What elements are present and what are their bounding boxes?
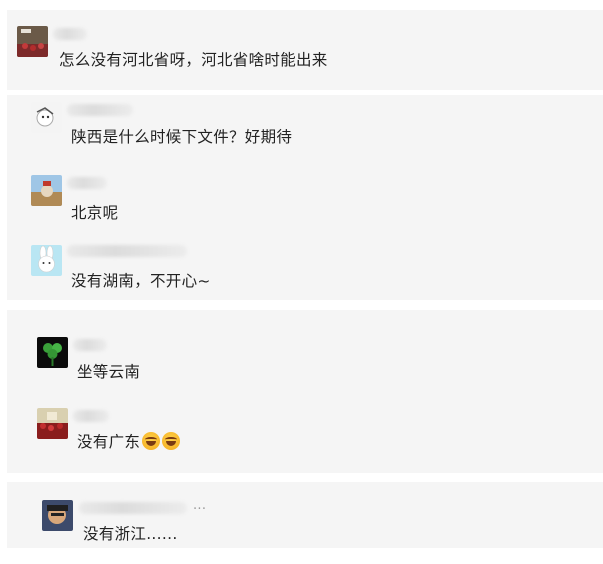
comment-text-label: 没有广东 [77,433,141,451]
username-blurred [73,339,107,351]
comment-card: ... 没有浙江...... [7,482,603,548]
comment-text: 没有湖南，不开心~ [71,272,211,290]
comment-card: 怎么没有河北省呀，河北省啥时能出来 [7,10,603,90]
comment: 没有湖南，不开心~ [7,237,603,297]
comment: 北京呢 [7,167,603,227]
comment-text: 没有广东 [77,430,181,452]
username-blurred [67,245,187,257]
comment-text: 坐等云南 [77,363,141,381]
comment-text: 怎么没有河北省呀，河北省啥时能出来 [59,51,328,69]
avatar[interactable] [37,408,68,439]
username-blurred [67,104,133,116]
comment-text: 陕西是什么时候下文件？好期待 [71,128,293,146]
username-blurred [67,177,107,189]
comment: 怎么没有河北省呀，河北省啥时能出来 [7,10,603,90]
comment-text: 北京呢 [71,204,119,222]
avatar[interactable] [42,500,73,531]
username-blurred [73,410,109,422]
avatar[interactable] [31,245,62,276]
username-blurred [79,502,187,514]
comment-card: 坐等云南 没有广东 [7,310,603,473]
username-blurred [53,28,87,40]
comment: 没有广东 [7,398,603,473]
avatar[interactable] [17,26,48,57]
username-ellipsis: ... [193,498,207,513]
grinning-tears-emoji-icon [162,432,181,450]
comment: 陕西是什么时候下文件？好期待 [7,95,603,155]
comment-card: 陕西是什么时候下文件？好期待 北京呢 没有湖南，不开心~ [7,95,603,300]
comment-text: 没有浙江...... [83,525,178,543]
avatar[interactable] [31,102,62,133]
comment: 坐等云南 [7,310,603,385]
avatar[interactable] [37,337,68,368]
avatar[interactable] [31,175,62,206]
grinning-tears-emoji-icon [142,432,161,450]
comment: ... 没有浙江...... [7,482,603,548]
